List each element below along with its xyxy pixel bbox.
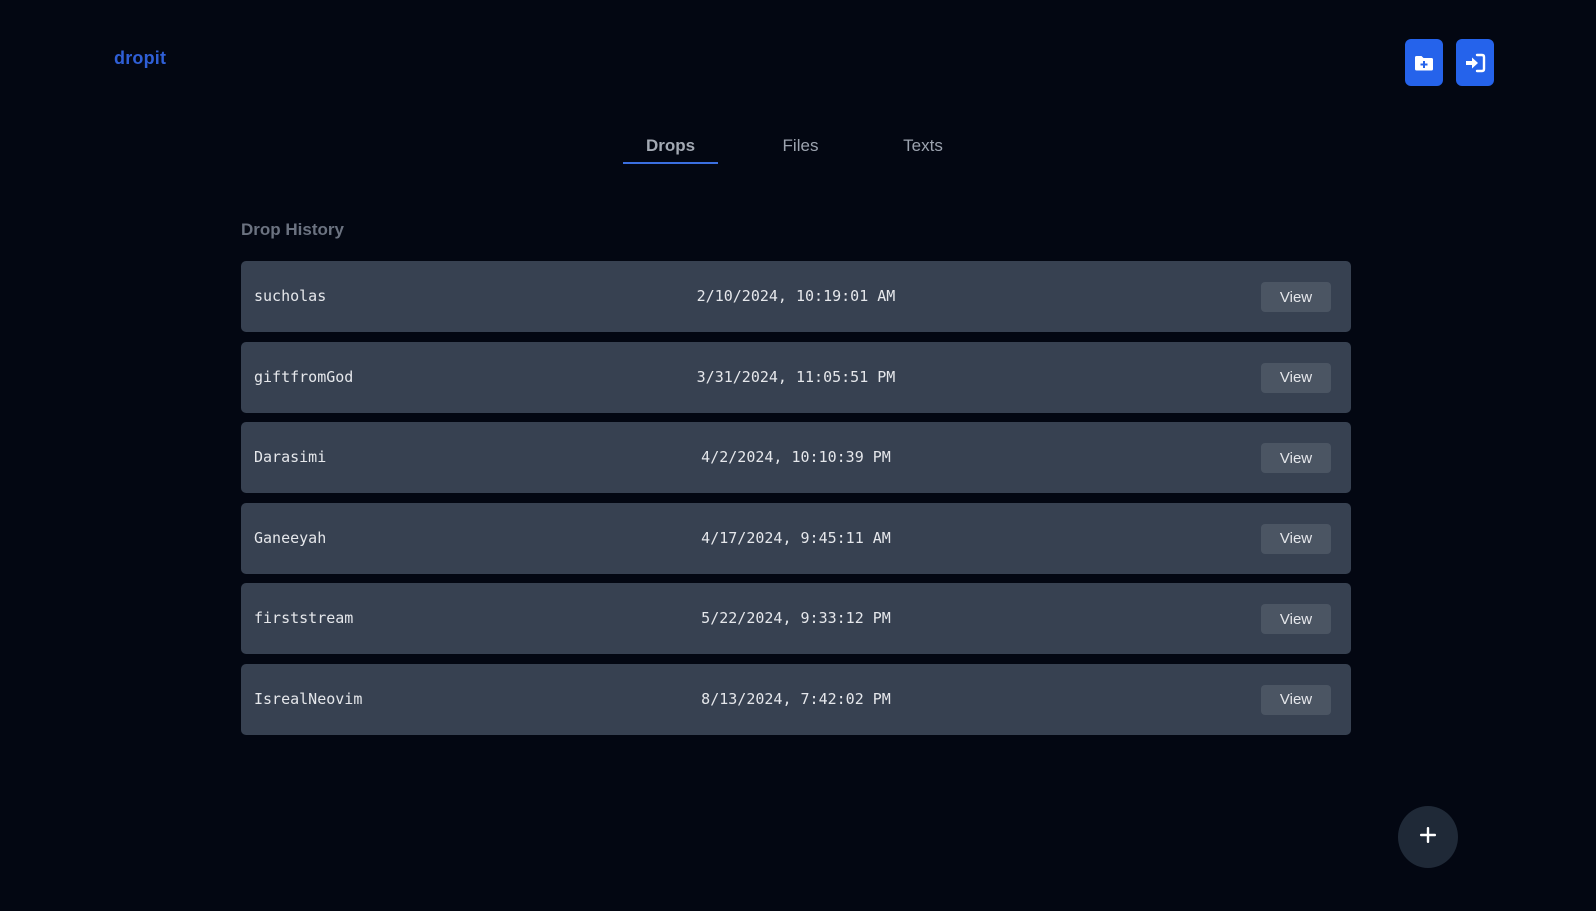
view-button[interactable]: View xyxy=(1261,604,1331,634)
drop-name: IsrealNeovim xyxy=(254,689,363,708)
view-button[interactable]: View xyxy=(1261,362,1331,393)
list-item: sucholas 2/10/2024, 10:19:01 AM View xyxy=(241,261,1351,332)
drop-name: sucholas xyxy=(254,287,327,305)
drop-date: 2/10/2024, 10:19:01 AM xyxy=(696,287,896,305)
folder-plus-icon xyxy=(1414,54,1434,72)
drop-name: Darasimi xyxy=(254,448,327,466)
new-folder-button[interactable] xyxy=(1405,39,1443,86)
sign-in-icon xyxy=(1464,53,1486,73)
list-item: giftfromGod 3/31/2024, 11:05:51 PM View xyxy=(241,341,1351,413)
list-item: firststream 5/22/2024, 9:33:12 PM View xyxy=(241,583,1351,654)
drop-date: 4/17/2024, 9:45:11 AM xyxy=(701,528,891,547)
plus-icon xyxy=(1419,826,1437,849)
list-item: Ganeeyah 4/17/2024, 9:45:11 AM View xyxy=(241,502,1351,574)
drop-date: 3/31/2024, 11:05:51 PM xyxy=(696,367,896,386)
drop-date: 8/13/2024, 7:42:02 PM xyxy=(701,689,891,708)
drop-name: giftfromGod xyxy=(254,367,354,386)
view-button[interactable]: View xyxy=(1261,443,1331,473)
section-title: Drop History xyxy=(241,220,344,239)
drop-date: 4/2/2024, 10:10:39 PM xyxy=(701,448,891,466)
drop-date: 5/22/2024, 9:33:12 PM xyxy=(701,609,891,627)
sign-in-button[interactable] xyxy=(1456,39,1494,86)
view-button[interactable]: View xyxy=(1261,684,1331,715)
tab-texts[interactable]: Texts xyxy=(883,136,963,164)
list-item: IsrealNeovim 8/13/2024, 7:42:02 PM View xyxy=(241,663,1351,735)
header-actions xyxy=(1405,39,1494,86)
drop-name: Ganeeyah xyxy=(254,528,327,547)
add-drop-button[interactable] xyxy=(1398,806,1458,868)
tab-bar: Drops Files Texts xyxy=(623,136,963,164)
tab-files[interactable]: Files xyxy=(718,136,883,164)
view-button[interactable]: View xyxy=(1261,282,1331,312)
list-item: Darasimi 4/2/2024, 10:10:39 PM View xyxy=(241,422,1351,493)
drop-history-list: sucholas 2/10/2024, 10:19:01 AM View gif… xyxy=(241,261,1351,744)
app-logo[interactable]: dropit xyxy=(114,48,166,69)
drop-name: firststream xyxy=(254,609,354,627)
view-button[interactable]: View xyxy=(1261,523,1331,554)
tab-drops[interactable]: Drops xyxy=(623,136,718,164)
